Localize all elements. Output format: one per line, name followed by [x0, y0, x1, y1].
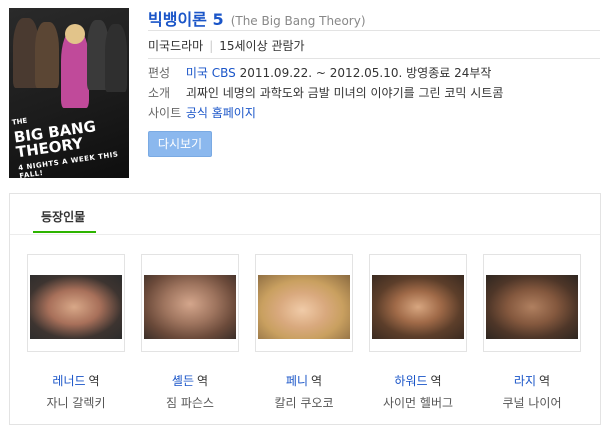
actor-name[interactable]: 자니 갈렉키	[27, 394, 125, 411]
title-divider	[148, 30, 600, 31]
actor-photo-placeholder	[372, 275, 464, 339]
role-name-link[interactable]: 하워드	[394, 374, 427, 388]
actor-photo-placeholder	[30, 275, 122, 339]
poster-figure	[105, 24, 127, 92]
poster-logo: THE BIG BANG THEORY 4 NIGHTS A WEEK THIS…	[11, 116, 119, 178]
cast-photo[interactable]	[27, 254, 125, 352]
role-suffix: 역	[539, 374, 551, 388]
meta-row: 미국드라마 | 15세이상 관람가	[148, 37, 305, 54]
cast-card[interactable]: 라지 역 쿠널 나이어	[483, 254, 581, 411]
role-row: 레너드 역	[27, 372, 125, 389]
role-row: 라지 역	[483, 372, 581, 389]
role-suffix: 역	[430, 374, 442, 388]
role-name-link[interactable]: 레너드	[52, 374, 85, 388]
show-title[interactable]: 빅뱅이론 5	[148, 10, 224, 29]
poster-figure	[35, 22, 59, 88]
cast-card[interactable]: 레너드 역 자니 갈렉키	[27, 254, 125, 411]
role-name-link[interactable]: 셸든	[172, 374, 194, 388]
meta-divider	[148, 58, 600, 59]
cast-card[interactable]: 셸든 역 짐 파슨스	[141, 254, 239, 411]
site-row: 사이트 공식 홈페이지	[148, 103, 503, 123]
role-name-link[interactable]: 라지	[514, 374, 536, 388]
cast-card[interactable]: 페니 역 칼리 쿠오코	[255, 254, 353, 411]
broadcast-channel-link[interactable]: 미국 CBS	[186, 66, 236, 80]
cast-photo[interactable]	[369, 254, 467, 352]
role-suffix: 역	[311, 374, 323, 388]
role-name-link[interactable]: 페니	[286, 374, 308, 388]
actor-name[interactable]: 칼리 쿠오코	[255, 394, 353, 411]
synopsis-label: 소개	[148, 86, 171, 100]
actor-name[interactable]: 쿠널 나이어	[483, 394, 581, 411]
actor-photo-placeholder	[144, 275, 236, 339]
show-poster[interactable]: THE BIG BANG THEORY 4 NIGHTS A WEEK THIS…	[9, 8, 129, 178]
synopsis-row: 소개 괴짜인 네명의 과학도와 금발 미녀의 이야기를 그린 코믹 시트콤	[148, 83, 503, 103]
official-site-link[interactable]: 공식 홈페이지	[186, 106, 256, 120]
title-row: 빅뱅이론 5 (The Big Bang Theory)	[148, 6, 366, 30]
poster-figure	[65, 24, 85, 44]
broadcast-label: 편성	[148, 66, 171, 80]
actor-photo-placeholder	[486, 275, 578, 339]
genre-label: 미국드라마	[148, 39, 204, 53]
show-title-english: (The Big Bang Theory)	[230, 14, 366, 28]
cast-photo[interactable]	[483, 254, 581, 352]
role-row: 페니 역	[255, 372, 353, 389]
actor-photo-placeholder	[258, 275, 350, 339]
cast-photo[interactable]	[141, 254, 239, 352]
info-block: 편성 미국 CBS 2011.09.22. ~ 2012.05.10. 방영종료…	[148, 63, 503, 123]
cast-card[interactable]: 하워드 역 사이먼 헬버그	[369, 254, 467, 411]
tab-active-indicator	[33, 231, 96, 233]
synopsis-text: 괴짜인 네명의 과학도와 금발 미녀의 이야기를 그린 코믹 시트콤	[185, 86, 504, 100]
cast-panel: 등장인물 레너드 역 자니 갈렉키 셸든 역 짐 파슨스 페니 역 칼리 쿠오코 하워…	[9, 193, 601, 425]
role-row: 하워드 역	[369, 372, 467, 389]
role-suffix: 역	[197, 374, 209, 388]
actor-name[interactable]: 사이먼 헬버그	[369, 394, 467, 411]
rating-label: 15세이상 관람가	[219, 39, 305, 53]
tab-divider	[10, 234, 600, 235]
replay-button[interactable]: 다시보기	[148, 131, 212, 157]
broadcast-row: 편성 미국 CBS 2011.09.22. ~ 2012.05.10. 방영종료…	[148, 63, 503, 83]
actor-name[interactable]: 짐 파슨스	[141, 394, 239, 411]
meta-separator: |	[209, 39, 214, 53]
site-label: 사이트	[148, 106, 182, 120]
broadcast-detail: 2011.09.22. ~ 2012.05.10. 방영종료 24부작	[239, 66, 492, 80]
role-suffix: 역	[88, 374, 100, 388]
cast-photo[interactable]	[255, 254, 353, 352]
role-row: 셸든 역	[141, 372, 239, 389]
